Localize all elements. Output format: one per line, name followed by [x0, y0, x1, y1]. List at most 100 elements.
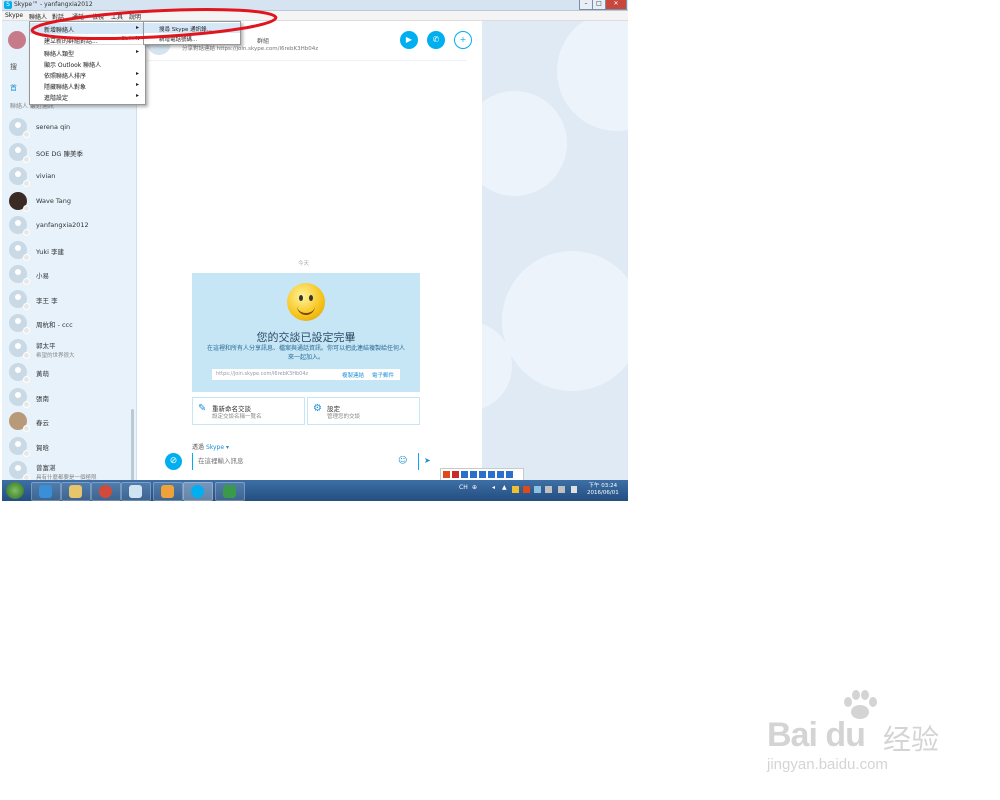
contact-name: 張南: [36, 394, 49, 403]
contact-row[interactable]: Wave Tang: [2, 189, 134, 213]
emoticon-icon[interactable]: ☺: [398, 456, 407, 466]
contact-name: Wave Tang: [36, 196, 72, 205]
taskbar-explorer[interactable]: [61, 482, 91, 501]
presence-status-icon: [23, 180, 30, 187]
contact-name: 郭太平: [36, 341, 56, 350]
contact-row[interactable]: 李王 李: [2, 287, 134, 311]
contact-name: 曾富湛: [36, 464, 56, 472]
contact-row[interactable]: 郭太平希望的世界很大: [2, 336, 134, 360]
presence-status-icon: [23, 229, 30, 236]
tray-icon-ime[interactable]: ⊕: [472, 484, 477, 491]
contact-name: 李王 李: [36, 296, 58, 305]
taskbar-skype[interactable]: [183, 482, 213, 501]
email-link-button[interactable]: 電子郵件: [372, 371, 394, 379]
ime-punct-icon: [461, 471, 468, 478]
tray-icon-1[interactable]: [512, 486, 519, 493]
presence-status-icon: [23, 302, 30, 310]
taskbar-app4[interactable]: [121, 482, 151, 501]
watermark-url: jingyan.baidu.com: [767, 756, 888, 773]
contact-row[interactable]: 張南: [2, 385, 134, 409]
tray-volume-icon[interactable]: [558, 486, 565, 493]
contact-name: 黃萌: [36, 370, 49, 378]
contact-row[interactable]: yanfangxia2012: [2, 213, 134, 237]
contact-row[interactable]: vivian: [2, 164, 134, 188]
date-separator: 今天: [298, 261, 310, 267]
wave-emoticon-icon: [287, 283, 325, 321]
taskbar-excel[interactable]: [215, 482, 245, 501]
taskbar-clock[interactable]: 下午 03:24 2016/06/01: [587, 483, 619, 497]
contact-mood: 希望的世界很大: [36, 352, 75, 359]
menu-item-hide[interactable]: 隱藏聯絡人對象 ▸: [30, 80, 145, 91]
baidu-watermark: Bai du 经验 jingyan.baidu.com: [765, 690, 965, 780]
contact-name: Yuki 李建: [36, 247, 64, 256]
background-pattern: [482, 21, 628, 480]
chevron-right-icon: ▸: [136, 70, 140, 77]
tray-network-icon[interactable]: [545, 486, 552, 493]
message-input[interactable]: [198, 456, 388, 466]
rename-subtitle: 設定交談名稱一覽名: [212, 414, 262, 420]
presence-status-icon: [23, 449, 30, 457]
contact-name: 小易: [36, 272, 49, 280]
header-divider: [147, 60, 467, 61]
tray-flag-icon[interactable]: [571, 486, 577, 493]
screenshot-frame: S Skype™ - yanfangxia2012 – □ ✕ Skype 聯絡…: [2, 0, 628, 501]
taskbar-ie[interactable]: [31, 482, 61, 501]
presence-status-icon: [23, 351, 30, 359]
contact-name: 周杭和 - ccc: [36, 321, 73, 329]
pencil-icon: ✎: [198, 403, 207, 414]
input-divider: [192, 453, 193, 470]
tray-lang[interactable]: CH: [459, 484, 468, 491]
setup-card-title: 您的交談已設定完畢: [256, 331, 356, 344]
menu-item-sort[interactable]: 依照聯絡人排序 ▸: [30, 69, 145, 80]
send-via-selector[interactable]: 透過 Skype ▾: [192, 442, 229, 451]
taskbar-app5[interactable]: [153, 482, 183, 501]
contact-row[interactable]: SOE DG 陳美季: [2, 140, 134, 164]
tray-icon-2[interactable]: [523, 486, 530, 493]
rename-conversation-button[interactable]: ✎ 重新命名交談 設定交談名稱一覽名: [192, 397, 305, 425]
watermark-logo: Bai du: [767, 716, 866, 754]
contact-name: 賀晗: [36, 443, 49, 452]
contact-row[interactable]: 黃萌: [2, 360, 134, 384]
contact-row[interactable]: Yuki 李建: [2, 238, 134, 262]
contact-row[interactable]: 賀晗: [2, 434, 134, 458]
windows-taskbar: CH ⊕ ◂ ▲: [2, 480, 628, 501]
ime-skin-icon: [497, 471, 504, 478]
presence-status-icon: [23, 253, 30, 261]
contact-name: 春云: [36, 419, 49, 427]
contact-name: SOE DG 陳美季: [36, 149, 84, 158]
presence-status-icon: [23, 278, 30, 285]
contact-row[interactable]: 曾富湛 具有什麼都要是一個極限: [2, 458, 134, 482]
contact-row[interactable]: 小易: [2, 262, 134, 286]
presence-status-icon: [23, 155, 30, 163]
attach-file-button[interactable]: ⊘: [165, 453, 182, 470]
tray-icon-arrow[interactable]: ◂: [492, 484, 495, 491]
contact-name: serena qin: [36, 123, 71, 131]
presence-status-icon: [23, 376, 30, 383]
sidebar-search[interactable]: 搜: [10, 62, 17, 72]
presence-status-icon: [23, 131, 30, 138]
taskbar-chrome[interactable]: [91, 482, 121, 501]
ime-tool-icon: [506, 471, 513, 478]
ime-keyboard-icon: [479, 471, 486, 478]
watermark-brand: 经验: [883, 723, 940, 756]
presence-status-icon: [23, 327, 30, 334]
chevron-right-icon: ▸: [136, 92, 140, 99]
start-button[interactable]: [6, 482, 24, 499]
ime-moon-icon: [470, 471, 477, 478]
conversation-settings-button[interactable]: ⚙ 設定 管理您的交談: [307, 397, 420, 425]
presence-status-icon: [23, 204, 30, 212]
send-icon[interactable]: ➤: [424, 456, 431, 465]
sidebar-home[interactable]: 首: [10, 83, 17, 93]
contact-name: yanfangxia2012: [36, 221, 89, 229]
tray-icon-3[interactable]: [534, 486, 541, 493]
contact-row[interactable]: 春云: [2, 409, 134, 433]
setup-card: 您的交談已設定完畢 在這裡和所有人分享訊息、檔案與通話資訊。你可以把此連結複製給…: [192, 273, 420, 392]
contact-row[interactable]: serena qin: [2, 115, 134, 139]
copy-link-button[interactable]: 複製連結: [342, 371, 364, 379]
input-divider-right: [418, 453, 419, 470]
settings-subtitle: 管理您的交談: [327, 414, 361, 420]
share-link-url[interactable]: https://join.skype.com/l6rebK3Hb04z: [216, 371, 308, 377]
contact-row[interactable]: 周杭和 - ccc: [2, 311, 134, 335]
tray-expand[interactable]: ▲: [502, 484, 507, 491]
menu-item-advanced[interactable]: 進階設定 ▸: [30, 91, 145, 102]
